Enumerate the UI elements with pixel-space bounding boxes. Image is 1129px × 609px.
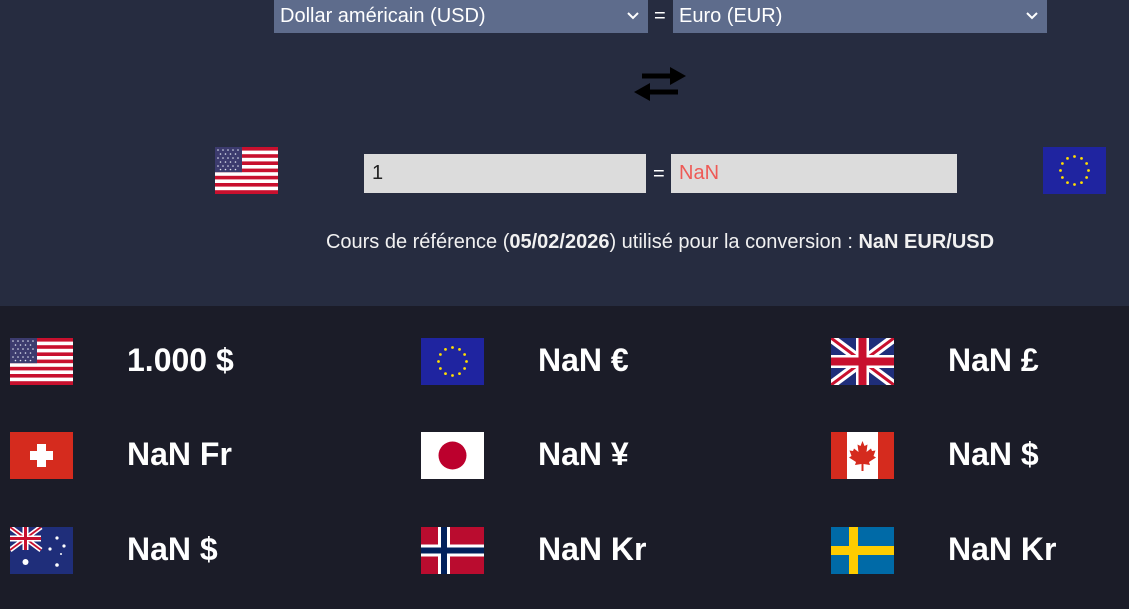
eu-flag-icon [421, 338, 484, 385]
result-output[interactable]: NaN [671, 154, 957, 193]
ch-flag-icon [10, 432, 73, 479]
conversion-value: NaN Fr [127, 436, 232, 472]
list-item: 1.000 $ [0, 338, 410, 398]
list-item: NaN ¥ [411, 432, 821, 492]
converter-panel: Dollar américain (USD) = Euro (EUR) 1 = … [0, 0, 1129, 306]
list-item: NaN £ [821, 338, 1129, 398]
equals-sign: = [654, 5, 666, 27]
list-item: NaN $ [0, 527, 410, 587]
conversion-list: 1.000 $ NaN € NaN £ NaN Fr NaN ¥ NaN $ N… [0, 306, 1129, 609]
chevron-down-icon [627, 12, 639, 20]
from-currency-label: Dollar américain (USD) [280, 5, 486, 27]
equals-sign: = [653, 163, 665, 185]
us-flag-icon [215, 147, 278, 194]
conversion-value: NaN Kr [538, 531, 647, 567]
list-item: NaN Kr [411, 527, 821, 587]
conversion-value: NaN $ [948, 436, 1039, 472]
us-flag-icon [10, 338, 73, 385]
chevron-down-icon [1026, 12, 1038, 20]
list-item: NaN Fr [0, 432, 410, 492]
uk-flag-icon [831, 338, 894, 385]
conversion-value: 1.000 $ [127, 342, 234, 378]
rate-value: NaN EUR/USD [858, 231, 995, 253]
au-flag-icon [10, 527, 73, 574]
conversion-value: NaN £ [948, 342, 1039, 378]
conversion-value: NaN Kr [948, 531, 1057, 567]
conversion-value: NaN $ [127, 531, 218, 567]
ca-flag-icon [831, 432, 894, 479]
conversion-value: NaN ¥ [538, 436, 629, 472]
list-item: NaN Kr [821, 527, 1129, 587]
list-item: NaN € [411, 338, 821, 398]
conversion-value: NaN € [538, 342, 629, 378]
rate-middle: ) utilisé pour la conversion : [609, 231, 859, 253]
reference-rate-text: Cours de référence (05/02/2026) utilisé … [0, 231, 1129, 254]
to-currency-label: Euro (EUR) [679, 5, 783, 27]
no-flag-icon [421, 527, 484, 574]
se-flag-icon [831, 527, 894, 574]
from-currency-select[interactable]: Dollar américain (USD) [274, 0, 648, 33]
list-item: NaN $ [821, 432, 1129, 492]
swap-arrows-icon[interactable] [630, 62, 690, 106]
to-currency-select[interactable]: Euro (EUR) [673, 0, 1047, 33]
jp-flag-icon [421, 432, 484, 479]
eu-flag-icon [1043, 147, 1106, 194]
amount-input[interactable]: 1 [364, 154, 646, 193]
rate-date: 05/02/2026 [509, 231, 610, 253]
rate-prefix: Cours de référence ( [325, 231, 510, 253]
